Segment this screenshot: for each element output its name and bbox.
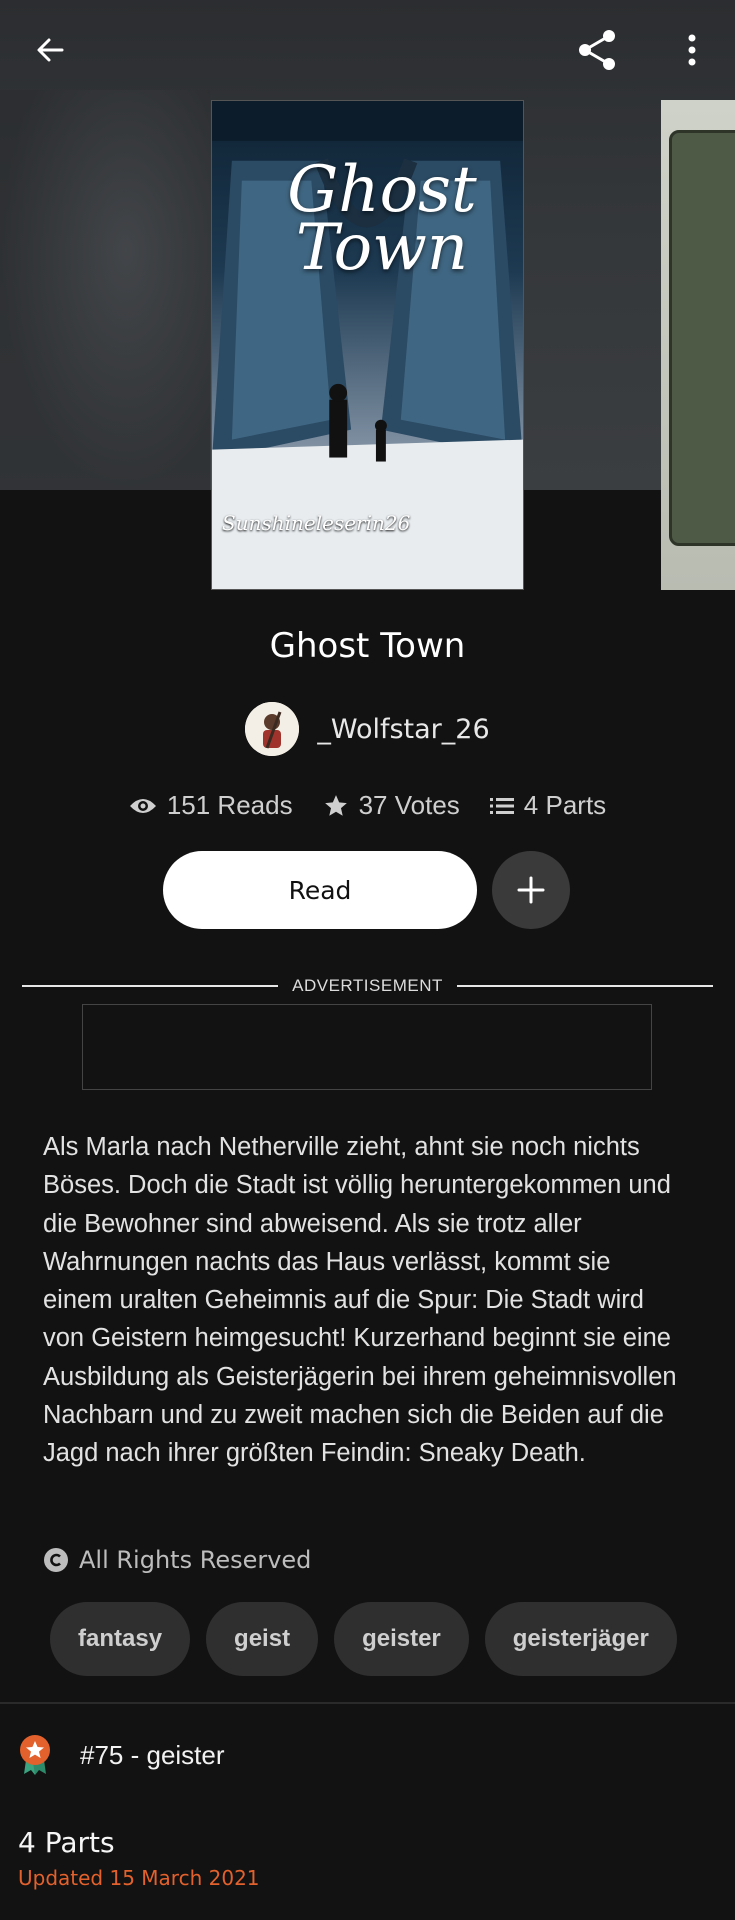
share-icon — [579, 30, 615, 70]
divider — [22, 985, 279, 987]
story-title: Ghost Town — [269, 626, 466, 666]
tag-chip[interactable]: geist — [206, 1602, 319, 1676]
tag-list[interactable]: fantasy geist geister geisterjäger — [50, 1602, 706, 1676]
next-cover-art — [669, 130, 735, 546]
parts-stat: 4 Parts — [489, 790, 607, 821]
copyright-icon — [44, 1548, 68, 1572]
ranking-row[interactable]: #75 - geister — [18, 1734, 225, 1776]
cover-title-art: Ghost Town — [287, 153, 477, 285]
share-button[interactable] — [574, 26, 622, 74]
reads-count: 151 Reads — [166, 790, 293, 820]
cover-author-art: Sunshineleserin26 — [222, 511, 411, 535]
reads-stat: 151 Reads — [129, 790, 293, 821]
list-icon — [489, 797, 514, 814]
copyright-notice: All Rights Reserved — [43, 1546, 311, 1574]
votes-stat: 37 Votes — [323, 790, 460, 821]
more-options-button[interactable] — [668, 26, 716, 74]
advertisement-header: ADVERTISEMENT — [22, 974, 713, 998]
story-stats: 151 Reads 37 Votes 4 Parts — [0, 790, 735, 821]
ranking-badge-icon — [20, 1735, 50, 1775]
rights-text: All Rights Reserved — [79, 1546, 312, 1574]
more-vertical-icon — [688, 34, 696, 66]
updated-date: Updated 15 March 2021 — [18, 1866, 260, 1890]
star-icon — [324, 794, 347, 816]
back-arrow-icon — [37, 38, 64, 62]
tag-chip[interactable]: fantasy — [50, 1602, 191, 1676]
tag-chip[interactable]: geisterjäger — [484, 1602, 677, 1676]
tag-chip[interactable]: geister — [334, 1602, 469, 1676]
read-button[interactable]: Read — [163, 851, 477, 929]
author-link[interactable]: _Wolfstar_26 — [0, 702, 735, 756]
add-to-library-button[interactable] — [492, 851, 570, 929]
hero-blur — [0, 90, 210, 490]
ranking-text[interactable]: #75 - geister — [80, 1740, 225, 1771]
section-divider — [0, 1702, 735, 1704]
book-cover[interactable]: Ghost Town Sunshineleserin26 — [211, 100, 524, 590]
story-description: Als Marla nach Netherville zieht, ahnt s… — [43, 1133, 677, 1468]
eye-icon — [129, 798, 156, 813]
author-name[interactable]: _Wolfstar_26 — [317, 714, 489, 745]
parts-count: 4 Parts — [523, 790, 607, 820]
back-button[interactable] — [26, 26, 74, 74]
advertisement-slot[interactable] — [82, 1004, 652, 1090]
advertisement-label: ADVERTISEMENT — [292, 976, 443, 995]
next-book-cover[interactable] — [661, 100, 735, 590]
avatar-image — [245, 702, 300, 756]
avatar[interactable] — [245, 702, 300, 756]
divider — [456, 985, 713, 987]
plus-icon — [517, 876, 545, 904]
votes-count: 37 Votes — [358, 790, 460, 820]
parts-heading[interactable]: 4 Parts — [18, 1826, 115, 1859]
